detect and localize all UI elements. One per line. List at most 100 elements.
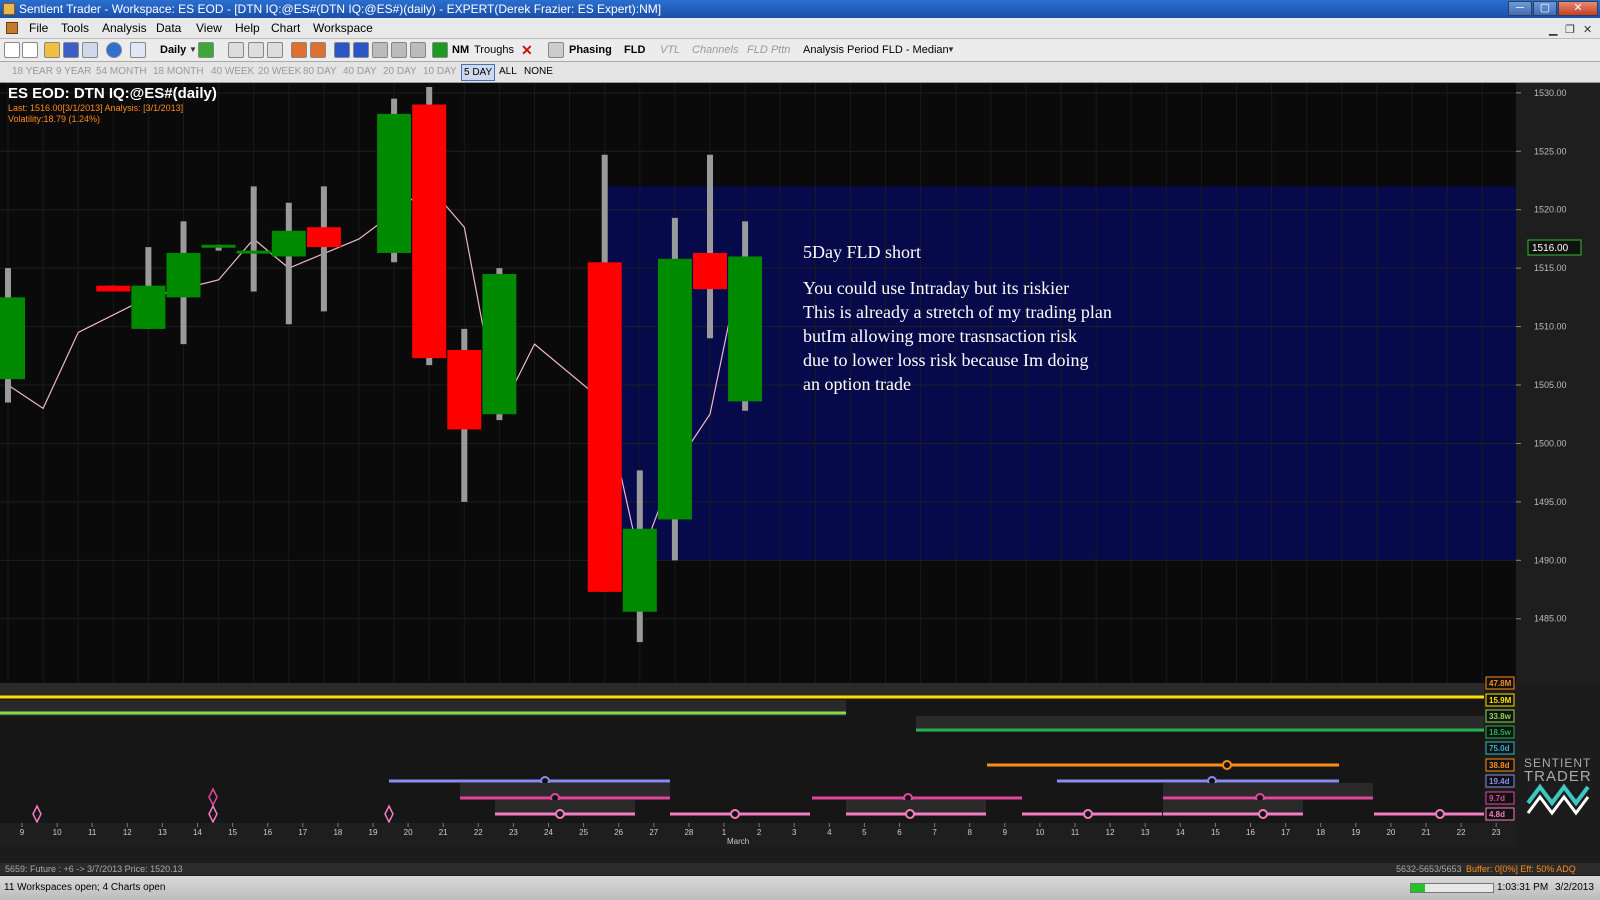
mdi-minimize-icon[interactable]: ▁	[1549, 20, 1557, 40]
menu-file[interactable]: File	[26, 18, 51, 38]
period-5-day[interactable]: 5 DAY	[461, 64, 496, 81]
print-icon[interactable]	[82, 42, 98, 58]
period-all[interactable]: ALL	[499, 62, 517, 82]
open-folder-icon[interactable]	[44, 42, 60, 58]
menu-analysis[interactable]: Analysis	[99, 18, 150, 38]
period-20-week[interactable]: 20 WEEK	[258, 62, 301, 82]
annotation-line: an option trade	[803, 374, 911, 394]
menu-view[interactable]: View	[193, 18, 225, 38]
fld-median-select[interactable]: FLD - Median	[882, 39, 949, 61]
annotation-line: This is already a stretch of my trading …	[803, 302, 1112, 322]
menu-help[interactable]: Help	[232, 18, 263, 38]
price-tick-label: 1495.00	[1534, 497, 1567, 507]
chevron-down-icon[interactable]: ▼	[947, 39, 955, 61]
fld-button[interactable]: FLD	[624, 39, 645, 61]
status-future-info: 5659: Future : +6 -> 3/7/2013 Price: 152…	[5, 864, 183, 874]
period-20-day[interactable]: 20 DAY	[383, 62, 417, 82]
time-tick-label: 8	[967, 828, 972, 837]
save-icon[interactable]	[63, 42, 79, 58]
time-tick-label: 21	[439, 828, 448, 837]
help-icon[interactable]	[106, 42, 122, 58]
candle-body	[131, 285, 166, 329]
price-tick-label: 1485.00	[1534, 614, 1567, 624]
minimize-button[interactable]: ─	[1508, 1, 1532, 16]
mdi-close-icon[interactable]: ✕	[1583, 20, 1592, 40]
vtl-button[interactable]: VTL	[660, 39, 680, 61]
phasing-button[interactable]: Phasing	[569, 39, 612, 61]
new-dropdown-icon[interactable]	[22, 42, 38, 58]
period-none[interactable]: NONE	[524, 62, 553, 82]
time-tick-label: 15	[228, 828, 237, 837]
candle-body	[166, 252, 201, 298]
period-bar: 18 YEAR 9 YEAR 54 MONTH 18 MONTH 40 WEEK…	[0, 62, 1600, 83]
progress-fill	[1411, 884, 1425, 892]
nm-label[interactable]: NM	[452, 39, 469, 61]
time-tick-label: 10	[1035, 828, 1044, 837]
menu-workspace[interactable]: Workspace	[310, 18, 376, 38]
title-bar: Sentient Trader - Workspace: ES EOD - [D…	[0, 0, 1600, 18]
close-button[interactable]: ✕	[1558, 1, 1598, 16]
candle-body	[201, 244, 236, 248]
document-icon	[6, 22, 18, 34]
last-price-label: 1516.00	[1532, 243, 1569, 254]
candle-body	[96, 285, 131, 292]
time-tick-label: 4	[827, 828, 832, 837]
troughs-button[interactable]: Troughs	[474, 39, 514, 61]
undo-zoom-icon[interactable]	[310, 42, 326, 58]
period-18-month[interactable]: 18 MONTH	[153, 62, 204, 82]
candle-body	[622, 528, 657, 612]
menu-chart[interactable]: Chart	[268, 18, 303, 38]
channels-button[interactable]: Channels	[692, 39, 738, 61]
period-40-week[interactable]: 40 WEEK	[211, 62, 254, 82]
analysis-period-button[interactable]: Analysis Period	[803, 39, 879, 61]
layout-icon[interactable]	[228, 42, 244, 58]
period-40-day[interactable]: 40 DAY	[343, 62, 377, 82]
period-9-year[interactable]: 9 YEAR	[56, 62, 91, 82]
time-tick-label: 22	[474, 828, 483, 837]
fld-pttn-button[interactable]: FLD Pttn	[747, 39, 790, 61]
first-bar-icon[interactable]	[334, 42, 350, 58]
lines-icon[interactable]	[267, 42, 283, 58]
price-chart[interactable]: 1485.00 1490.00 1495.00 1500.00 1505.00 1510.…	[0, 83, 1600, 863]
delete-icon[interactable]: ✕	[521, 39, 533, 61]
candle-body	[587, 262, 622, 592]
annotation-line: You could use Intraday but its riskier	[803, 278, 1069, 298]
time-tick-label: 26	[614, 828, 623, 837]
time-tick-label: 9	[1003, 828, 1008, 837]
play-icon[interactable]	[432, 42, 448, 58]
chevron-down-icon[interactable]: ▼	[189, 39, 197, 61]
time-tick-label: 25	[579, 828, 588, 837]
last-bar-icon[interactable]	[410, 42, 426, 58]
maximize-button[interactable]: ▢	[1533, 1, 1557, 16]
next-bar-icon[interactable]	[372, 42, 388, 58]
new-icon[interactable]	[4, 42, 20, 58]
chart-volatility-line: Volatility:18.79 (1.24%)	[8, 114, 100, 124]
bar-chart-icon[interactable]	[130, 42, 146, 58]
period-54-month[interactable]: 54 MONTH	[96, 62, 147, 82]
time-tick-label: 20	[1386, 828, 1395, 837]
phasing-icon[interactable]	[548, 42, 564, 58]
interval-select[interactable]: Daily	[160, 39, 186, 61]
cycle-label: 75.0d	[1485, 741, 1515, 755]
cycle-label: 4.8d	[1485, 807, 1515, 821]
fast-forward-icon[interactable]	[391, 42, 407, 58]
time-tick-label: 10	[53, 828, 62, 837]
time-tick-label: 18	[333, 828, 342, 837]
cycle-label: 15.9M	[1485, 693, 1515, 707]
time-tick-label: 19	[1351, 828, 1360, 837]
time-tick-label: 16	[263, 828, 272, 837]
refresh-icon[interactable]	[198, 42, 214, 58]
menu-data[interactable]: Data	[153, 18, 184, 38]
zoom-icon[interactable]	[291, 42, 307, 58]
period-80-day[interactable]: 80 DAY	[303, 62, 337, 82]
period-10-day[interactable]: 10 DAY	[423, 62, 457, 82]
mdi-restore-icon[interactable]: ❐	[1565, 20, 1575, 40]
menu-tools[interactable]: Tools	[58, 18, 92, 38]
cycle-label-text: 4.8d	[1489, 810, 1505, 819]
grid-icon[interactable]	[248, 42, 264, 58]
candle-body	[306, 227, 341, 248]
prev-bar-icon[interactable]	[353, 42, 369, 58]
time-tick-label: 20	[404, 828, 413, 837]
period-18-year[interactable]: 18 YEAR	[12, 62, 53, 82]
cycle-label: 47.8M	[1485, 676, 1515, 690]
